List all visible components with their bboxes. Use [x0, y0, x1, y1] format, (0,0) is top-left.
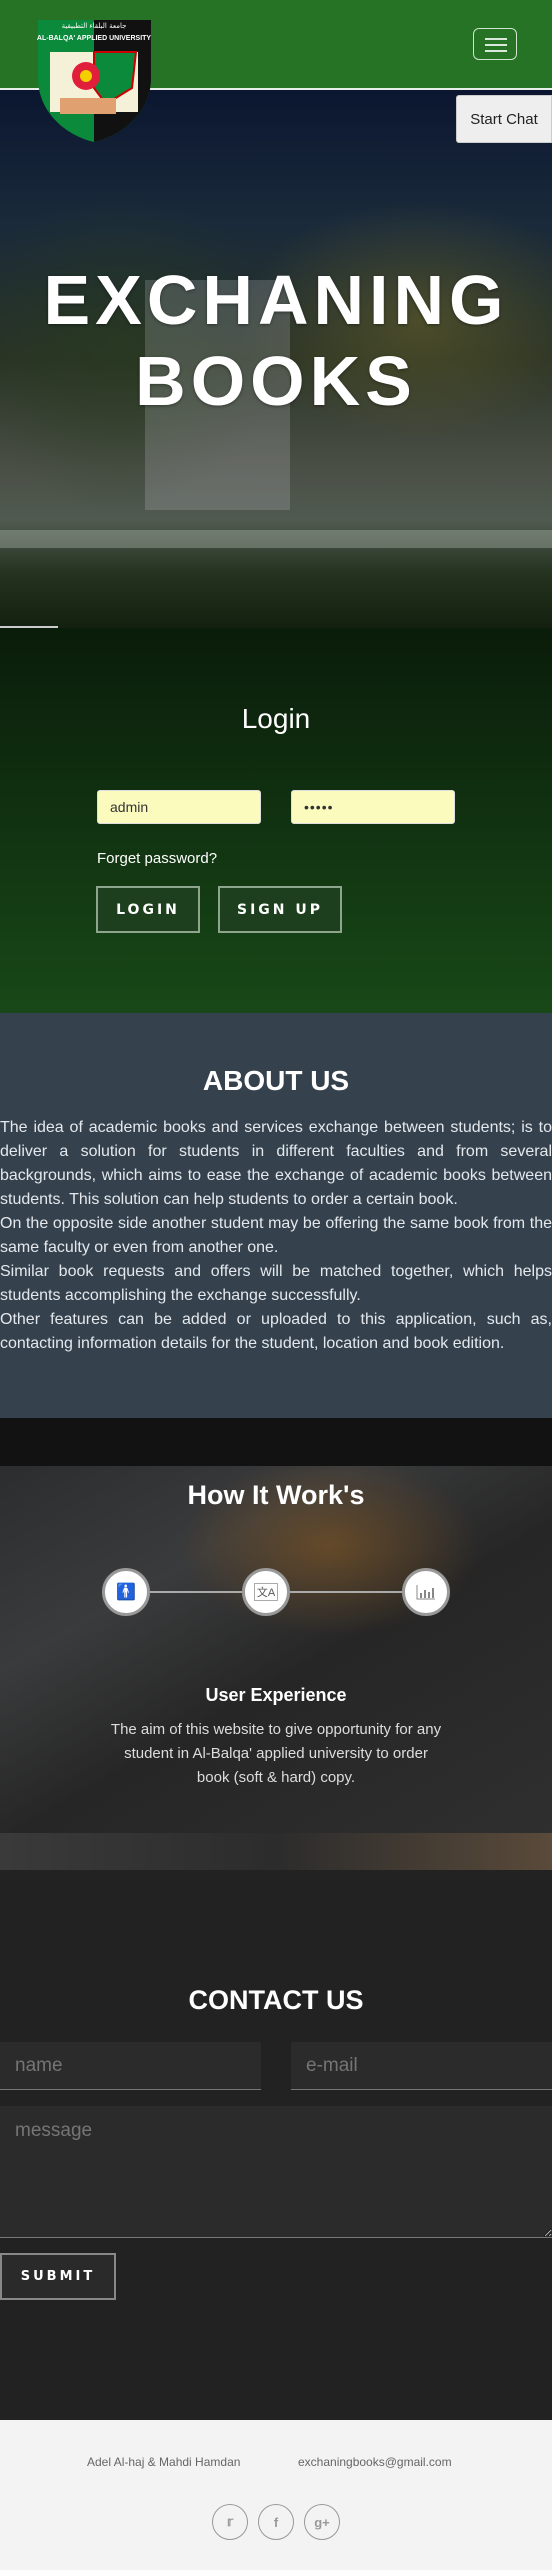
menu-toggle-button[interactable] [473, 28, 517, 60]
facebook-button[interactable]: f [258, 2504, 294, 2540]
footer-credits: Adel Al-haj & Mahdi Hamdan [87, 2455, 241, 2469]
hamburger-icon-bar [485, 50, 507, 52]
message-textarea[interactable] [0, 2106, 552, 2238]
step-description: The aim of this website to give opportun… [110, 1721, 442, 1786]
username-input[interactable]: admin [97, 790, 261, 824]
how-it-works-section: How It Work's 🚹 文A User Experience The a… [0, 1418, 552, 1870]
university-crest-icon: جامعة البلقاء التطبيقية AL-BALQA' APPLIE… [37, 20, 152, 142]
hamburger-icon [485, 38, 507, 40]
about-title: ABOUT US [202, 1065, 350, 1096]
start-chat-button[interactable]: Start Chat [456, 95, 552, 143]
university-logo[interactable]: جامعة البلقاء التطبيقية AL-BALQA' APPLIE… [36, 18, 153, 144]
forget-password-link[interactable]: Forget password? [97, 850, 217, 867]
about-paragraph: Other features can be added or uploaded … [0, 1311, 552, 1352]
hero-title-line1: EXCHANING [43, 261, 509, 339]
svg-text:AL-BALQA' APPLIED UNIVERSITY: AL-BALQA' APPLIED UNIVERSITY [37, 35, 152, 42]
signup-button[interactable]: SIGN UP [218, 886, 342, 933]
hero-title-line2: BOOKS [135, 342, 417, 420]
about-text: The idea of academic books and services … [0, 1116, 552, 1356]
hero-background-path [0, 530, 552, 548]
footer-email-link[interactable]: exchaningbooks@gmail.com [298, 2455, 452, 2469]
hamburger-icon-bar [485, 44, 507, 46]
login-section: Login admin ••••• Forget password? LOGIN… [0, 628, 552, 1013]
translate-icon: 文A [253, 1583, 279, 1601]
name-input[interactable] [0, 2042, 261, 2090]
how-background-strip [0, 1833, 552, 1870]
contact-title: CONTACT US [188, 1985, 364, 2015]
twitter-icon: 𝕣 [226, 2514, 234, 2529]
svg-text:جامعة البلقاء التطبيقية: جامعة البلقاء التطبيقية [62, 22, 127, 30]
about-section: ABOUT US The idea of academic books and … [0, 1013, 552, 1418]
person-icon: 🚹 [116, 1584, 136, 1601]
email-input[interactable] [291, 2042, 552, 2090]
hero-title: EXCHANING BOOKS [0, 260, 552, 422]
login-title: Login [241, 703, 311, 734]
footer: Adel Al-haj & Mahdi Hamdan exchaningbook… [0, 2420, 552, 2570]
google-plus-button[interactable]: g+ [304, 2504, 340, 2540]
facebook-icon: f [273, 2514, 279, 2530]
login-button[interactable]: LOGIN [96, 886, 200, 933]
about-paragraph: On the opposite side another student may… [0, 1215, 552, 1256]
step-title: User Experience [205, 1685, 347, 1705]
bar-chart-icon [416, 1585, 435, 1600]
step-user-button[interactable]: 🚹 [102, 1568, 150, 1616]
submit-button[interactable]: SUBMIT [0, 2253, 116, 2300]
password-input[interactable]: ••••• [291, 790, 455, 824]
contact-section: CONTACT US SUBMIT [0, 1870, 552, 2420]
about-paragraph: The idea of academic books and services … [0, 1119, 552, 1208]
about-paragraph: Similar book requests and offers will be… [0, 1263, 552, 1304]
step-translate-button[interactable]: 文A [242, 1568, 290, 1616]
step-chart-button[interactable] [402, 1568, 450, 1616]
how-title: How It Work's [187, 1480, 365, 1510]
twitter-button[interactable]: 𝕣 [212, 2504, 248, 2540]
google-plus-icon: g+ [314, 2514, 330, 2530]
